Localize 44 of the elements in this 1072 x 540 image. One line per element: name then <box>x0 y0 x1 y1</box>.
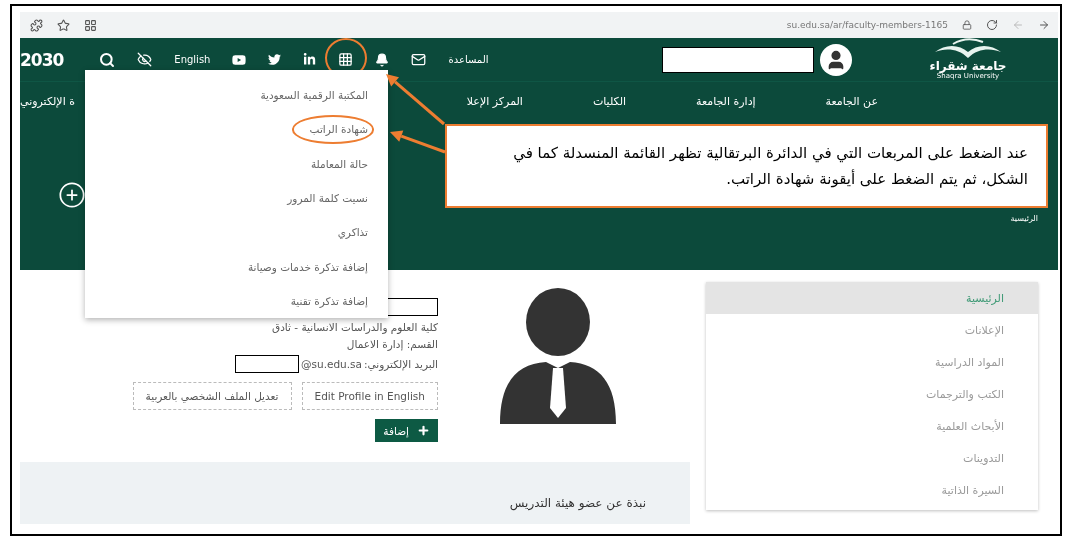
forward-icon[interactable] <box>1038 19 1050 31</box>
menu-item[interactable]: حالة المعاملة <box>292 146 374 181</box>
nav-link[interactable]: ة الإلكتروني <box>20 94 75 108</box>
search-icon[interactable] <box>99 51 116 68</box>
menu-item[interactable]: نسيت كلمة المرور <box>269 180 374 216</box>
email-label: البريد الإلكتروني: <box>364 358 438 370</box>
user-avatar-icon[interactable] <box>820 43 852 76</box>
nav-link[interactable]: المركز الإعلا <box>466 94 523 108</box>
bell-icon[interactable] <box>375 52 390 67</box>
address-bar-url[interactable]: su.edu.sa/ar/faculty-members-1165 <box>786 20 948 30</box>
help-link[interactable]: المساعدة <box>448 54 489 65</box>
redaction-box <box>235 355 299 373</box>
department-text: القسم: إدارة الاعمال <box>346 338 438 350</box>
linkedin-icon[interactable] <box>303 53 317 66</box>
callout-text: عند الضغط على المربعات التي في الدائرة البرتقالية تظهر القائمة المنسدلة كما في الشكل، ثم يتم الضغط على أيقونة شهادة الراتب. <box>512 142 1028 190</box>
breadcrumb-link[interactable]: الرئيسية <box>1010 213 1038 223</box>
nav-link[interactable]: عن الجامعة <box>825 94 878 108</box>
apps-grid-icon[interactable] <box>338 52 354 67</box>
eye-slash-icon[interactable] <box>137 52 153 67</box>
nav-link[interactable]: الكليات <box>592 94 627 108</box>
reload-icon[interactable] <box>986 19 998 31</box>
menu-item[interactable]: إضافة تذكرة خدمات وصيانة <box>229 249 374 284</box>
grid-icon[interactable] <box>84 18 97 32</box>
menu-item[interactable]: المكتبة الرقمية السعودية <box>242 78 374 113</box>
menu-item[interactable]: إضافة تذكرة تقنية <box>272 283 374 318</box>
circle-icon[interactable] <box>58 181 86 209</box>
college-text: كلية العلوم والدراسات الانسانية - ثادق <box>272 321 438 333</box>
language-link[interactable]: English <box>174 54 211 65</box>
plus-icon <box>417 424 430 437</box>
mail-icon[interactable] <box>411 52 427 67</box>
lock-icon <box>962 20 972 30</box>
section-title: نبذة عن عضو هيئة التدريس <box>509 496 646 510</box>
email-domain: @su.edu.sa <box>301 358 362 370</box>
twitter-icon[interactable] <box>268 53 282 66</box>
youtube-icon[interactable] <box>232 52 247 67</box>
menu-item[interactable]: تذاكري <box>319 215 374 250</box>
puzzle-icon[interactable] <box>30 18 43 32</box>
nav-link[interactable]: إدارة الجامعة <box>696 94 756 108</box>
star-icon[interactable] <box>57 18 70 32</box>
vision-logo: 2030 <box>20 49 64 70</box>
add-button[interactable]: إضافة <box>375 419 438 442</box>
edit-profile-button[interactable]: تعديل الملف الشخصي بالعربية <box>132 382 292 410</box>
menu-item[interactable]: شهادة الراتب <box>291 112 374 147</box>
edit-profile-button[interactable]: Edit Profile in English <box>301 382 438 410</box>
